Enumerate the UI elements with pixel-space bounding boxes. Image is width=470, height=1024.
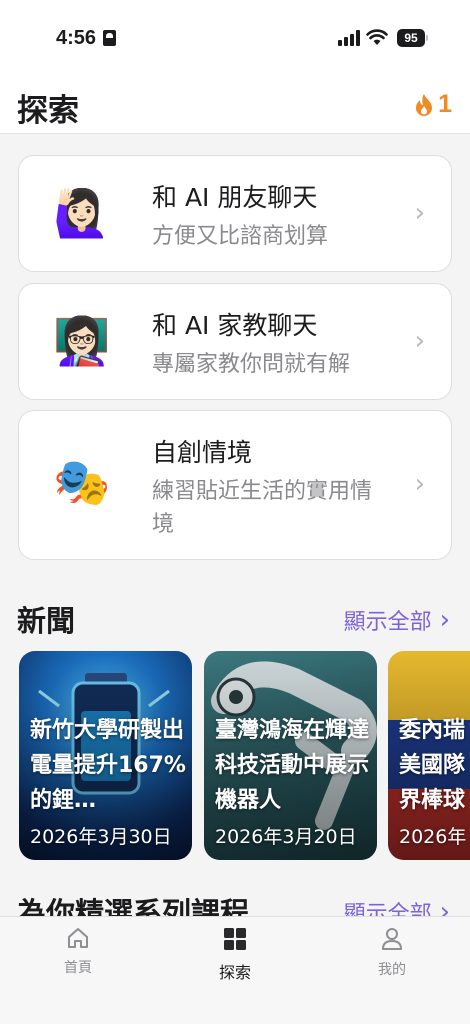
chevron-right-icon: › [414,469,425,499]
header: 探索 1 [0,76,470,134]
page-title: 探索 [17,93,79,129]
battery-icon: 95 [397,29,429,47]
id-card-icon [103,30,116,46]
news-card-battery[interactable]: 新竹大學研製出電量提升167%的鋰… 2026年3月30日 [19,651,192,860]
tab-home[interactable]: 首頁 [38,927,118,977]
card-ai-friend-chat[interactable]: 🙋🏻‍♀️ 和 AI 朋友聊天 方便又比諮商划算 › [18,155,452,272]
news-date: 2026年 [399,826,467,848]
tab-label: 探索 [218,963,251,982]
card-title: 和 AI 家教聊天 [152,311,318,340]
chevron-right-icon: › [414,326,425,356]
streak-badge[interactable]: 1 [414,90,452,119]
card-title: 和 AI 朋友聊天 [152,183,318,212]
news-section-title: 新聞 [17,604,76,638]
tab-label: 我的 [378,962,406,978]
chevron-right-icon: › [439,605,450,635]
tab-label: 首頁 [64,960,92,976]
battery-level: 95 [397,29,425,47]
card-custom-scenario[interactable]: 🎭 自創情境 練習貼近生活的實用情境 › [18,410,452,560]
home-icon [68,928,88,948]
tab-explore[interactable]: 探索 [195,927,275,983]
card-subtitle: 專屬家教你問就有解 [152,352,351,377]
woman-tipping-hand-icon: 🙋🏻‍♀️ [53,186,111,240]
person-icon [382,928,402,950]
news-title: 委內瑞美國隊界棒球 [399,718,466,813]
teacher-icon: 👩🏻‍🏫 [53,314,111,368]
news-title: 新竹大學研製出電量提升167%的鋰… [30,718,186,813]
tab-bar: 首頁 探索 我的 [0,916,470,1024]
news-show-all-link[interactable]: 顯示全部 › [344,604,450,636]
news-card-robot[interactable]: 臺灣鴻海在輝達科技活動中展示機器人 2026年3月20日 [204,651,377,860]
card-subtitle: 方便又比諮商划算 [152,224,329,249]
chevron-right-icon: › [414,198,425,228]
news-card-venezuela[interactable]: 委內瑞美國隊界棒球 2026年 [388,651,470,860]
signal-icon [338,30,360,46]
card-ai-tutor-chat[interactable]: 👩🏻‍🏫 和 AI 家教聊天 專屬家教你問就有解 › [18,283,452,400]
news-date: 2026年3月20日 [215,826,357,848]
wifi-icon [366,29,388,45]
status-time: 4:56 [56,27,97,49]
grid-icon [224,928,246,950]
card-title: 自創情境 [152,438,253,467]
streak-count: 1 [438,90,452,118]
tab-profile[interactable]: 我的 [352,927,432,979]
flame-icon [416,93,433,116]
news-title: 臺灣鴻海在輝達科技活動中展示機器人 [215,718,370,813]
news-date: 2026年3月30日 [30,826,172,848]
status-bar: 4:56 95 [0,0,470,76]
card-subtitle: 練習貼近生活的實用情境 [152,479,373,537]
theater-masks-icon: 🎭 [53,455,111,509]
show-all-label: 顯示全部 [343,610,432,635]
